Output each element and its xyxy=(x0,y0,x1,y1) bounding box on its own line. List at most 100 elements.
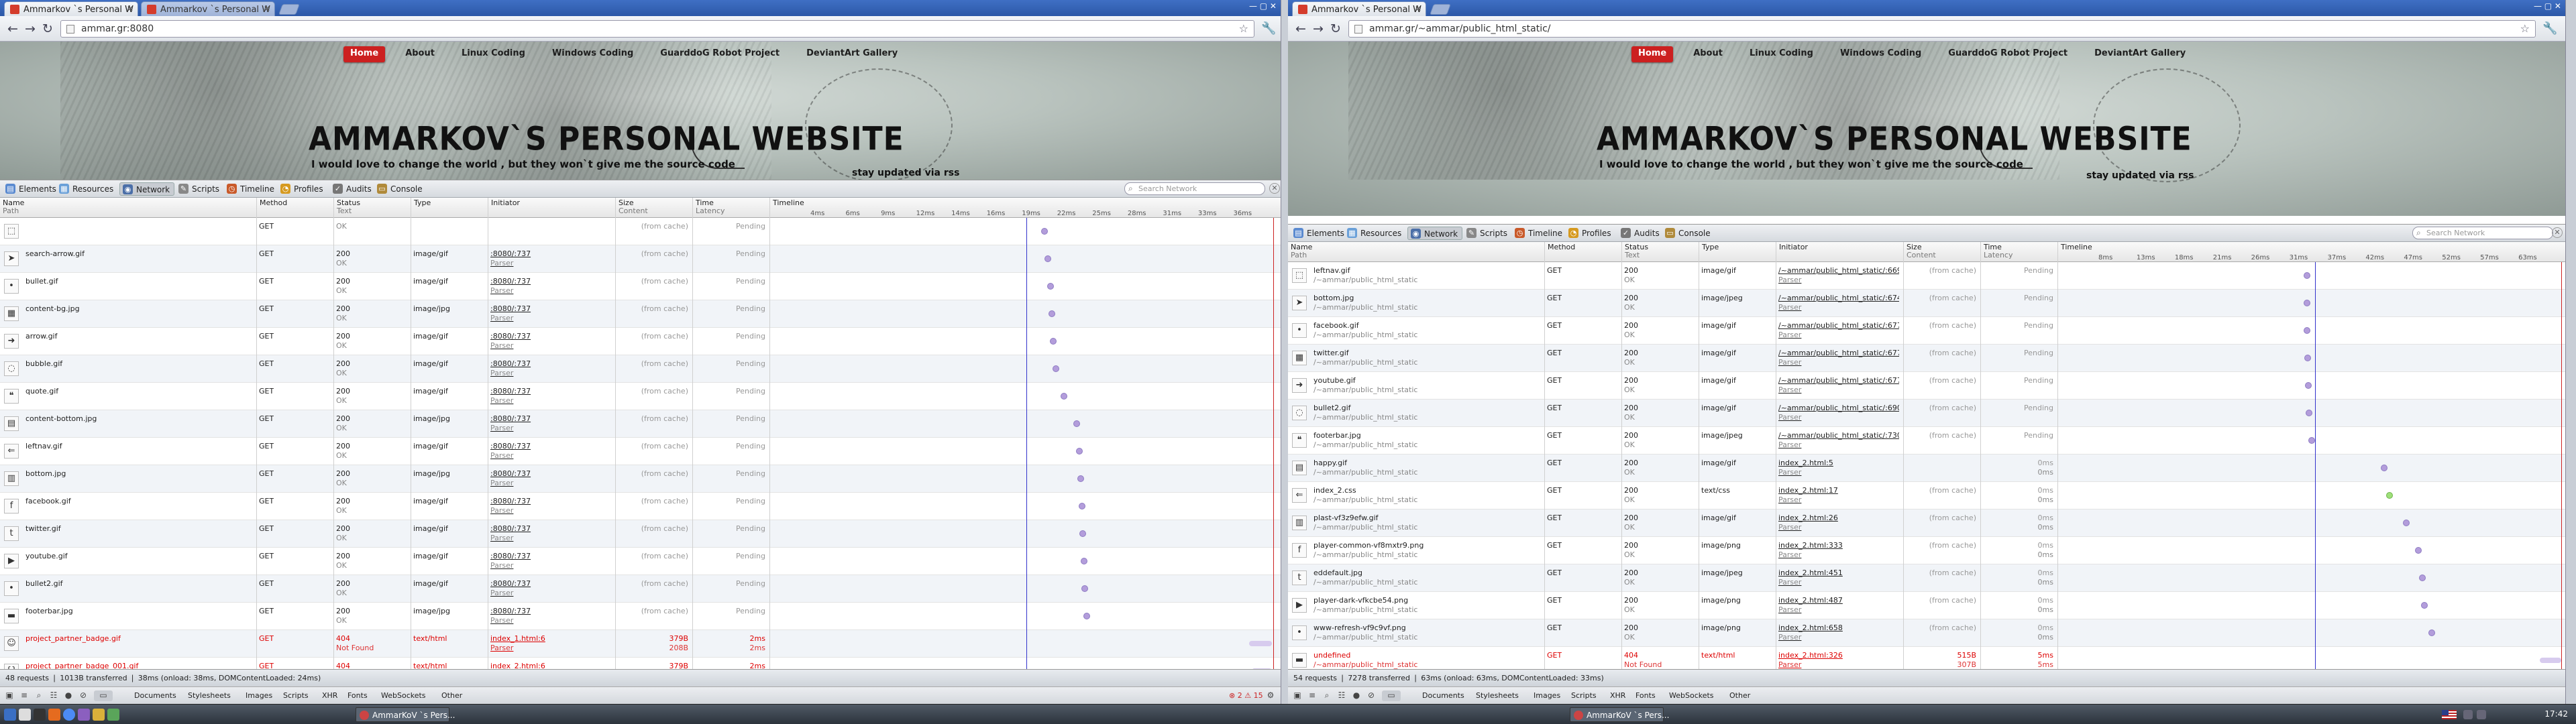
network-search-input[interactable]: ⌕ Search Network xyxy=(1124,182,1265,195)
request-name[interactable]: player-common-vf8mxtr9.png/~ammar/public… xyxy=(1313,541,1542,560)
initiator-link[interactable]: /~ammar/public_html_static/:677 xyxy=(1778,376,1899,385)
request-name[interactable]: leftnav.gif xyxy=(25,442,254,451)
request-row[interactable]: ☺ project_partner_badge.gif GET 404 Not Foun… xyxy=(0,630,1281,658)
request-initiator[interactable]: index_1.html:6 Parser xyxy=(490,634,611,653)
initiator-link[interactable]: :8080/:737 xyxy=(490,552,531,560)
column-timeline[interactable]: Timeline 4ms 6ms 9ms 12ms 14ms 16ms 19ms 22ms 25m… xyxy=(769,199,1275,217)
address-bar[interactable]: ammar.gr:8080 ☆ xyxy=(60,20,1254,38)
request-name[interactable]: youtube.gif/~ammar/public_html_static xyxy=(1313,376,1542,395)
request-name[interactable]: bullet.gif xyxy=(25,277,254,286)
request-row[interactable]: ▶ youtube.gif GET 200 OK image/gif:8080/:737 P… xyxy=(0,548,1281,575)
column-method[interactable]: Method xyxy=(1544,243,1621,261)
request-initiator[interactable]: /~ammar/public_html_static/:690 Parser xyxy=(1778,404,1899,422)
menu-about[interactable]: About xyxy=(398,46,441,62)
filter-documents[interactable]: Documents xyxy=(1422,691,1464,700)
request-row[interactable]: ➤ bottom.jpg/~ammar/public_html_static GET… xyxy=(1288,290,2565,317)
initiator-link[interactable]: index_2.html:326 xyxy=(1778,651,1843,660)
magnifier-icon[interactable]: ⌕ xyxy=(1322,690,1332,701)
request-name[interactable]: leftnav.gif/~ammar/public_html_static xyxy=(1313,266,1542,285)
column-status[interactable]: Status Text xyxy=(1621,243,1699,261)
request-row[interactable]: ⬚ leftnav.gif/~ammar/public_html_static GE… xyxy=(1288,262,2565,290)
request-row[interactable]: ❝ quote.gif GET 200 OK image/gif:8080/:737 Par… xyxy=(0,383,1281,410)
panel-profiles[interactable]: ◔ Profiles xyxy=(278,182,327,196)
close-tab-icon[interactable]: ✕ xyxy=(1415,4,1421,13)
dock-icon[interactable]: ▣ xyxy=(4,690,15,701)
request-initiator[interactable]: :8080/:737 Parser xyxy=(490,524,611,543)
request-initiator[interactable]: index_2.html:333 Parser xyxy=(1778,541,1899,560)
request-name[interactable]: footerbar.jpg/~ammar/public_html_static xyxy=(1313,431,1542,450)
request-row[interactable]: f player-common-vf8mxtr9.png/~ammar/publi… xyxy=(1288,537,2565,564)
menu-deviantart[interactable]: DeviantArt Gallery xyxy=(2088,46,2192,62)
column-time[interactable]: Time Latency xyxy=(1980,243,2057,261)
close-tab-icon[interactable]: ✕ xyxy=(127,4,133,13)
panel-timeline[interactable]: ◷ Timeline xyxy=(1512,227,1566,240)
request-name[interactable]: bubble.gif xyxy=(25,359,254,369)
column-method[interactable]: Method xyxy=(256,199,333,217)
request-name[interactable]: content-bg.jpg xyxy=(25,304,254,314)
initiator-link[interactable]: :8080/:737 xyxy=(490,332,531,341)
column-initiator[interactable]: Initiator xyxy=(1776,243,1903,261)
request-initiator[interactable]: /~ammar/public_html_static/:674 Parser xyxy=(1778,294,1899,312)
column-timeline[interactable]: Timeline 8ms 13ms 18ms 21ms 26ms 31ms 37ms 42ms 4… xyxy=(2057,243,2563,261)
network-search-input[interactable]: ⌕ Search Network xyxy=(2412,227,2553,239)
request-initiator[interactable]: :8080/:737 Parser xyxy=(490,552,611,570)
request-name[interactable]: youtube.gif xyxy=(25,552,254,561)
request-name[interactable]: quote.gif xyxy=(25,387,254,396)
filter-stylesheets[interactable]: Stylesheets xyxy=(1476,691,1519,700)
window-controls[interactable]: — ▢ ✕ xyxy=(1249,1,1277,11)
close-devtools-icon[interactable]: ✕ xyxy=(1269,183,1280,194)
initiator-link[interactable]: /~ammar/public_html_static/:677 xyxy=(1778,321,1899,330)
request-row[interactable]: ⬚ GET OK (from cache) Pending xyxy=(0,218,1281,245)
request-row[interactable]: ➜ arrow.gif GET 200 OK image/gif:8080/:737 Par… xyxy=(0,328,1281,355)
all-filter-icon[interactable]: ▭ xyxy=(1382,690,1401,701)
request-name[interactable]: happy.gif/~ammar/public_html_static xyxy=(1313,459,1542,477)
initiator-link[interactable]: /~ammar/public_html_static/:677 xyxy=(1778,349,1899,357)
request-row[interactable]: t eddefault.jpg/~ammar/public_html_static… xyxy=(1288,564,2565,592)
request-row[interactable]: • bullet.gif GET 200 OK image/gif:8080/:737 Pa… xyxy=(0,273,1281,300)
initiator-link[interactable]: index_2.html:333 xyxy=(1778,541,1843,550)
volume-icon[interactable] xyxy=(2477,710,2486,719)
request-row[interactable]: ❝ footerbar.jpg/~ammar/public_html_static… xyxy=(1288,427,2565,455)
request-initiator[interactable]: :8080/:737 Parser xyxy=(490,304,611,323)
initiator-link[interactable]: :8080/:737 xyxy=(490,304,531,313)
forward-arrow-icon[interactable]: → xyxy=(1311,21,1326,36)
request-initiator[interactable]: index_2.html:487 Parser xyxy=(1778,596,1899,615)
address-bar[interactable]: ammar.gr/~ammar/public_html_static/ ☆ xyxy=(1348,20,2536,38)
request-initiator[interactable]: :8080/:737 Parser xyxy=(490,359,611,378)
firefox-icon[interactable] xyxy=(48,709,60,721)
request-name[interactable]: bottom.jpg xyxy=(25,469,254,479)
request-row[interactable]: ▦ twitter.gif/~ammar/public_html_static GE… xyxy=(1288,345,2565,372)
console-toggle-icon[interactable]: ≡ xyxy=(19,690,30,701)
initiator-link[interactable]: /~ammar/public_html_static/:669 xyxy=(1778,266,1899,275)
request-name[interactable]: arrow.gif xyxy=(25,332,254,341)
initiator-link[interactable]: index_2.html:658 xyxy=(1778,623,1843,632)
panel-profiles[interactable]: ◔ Profiles xyxy=(1566,227,1615,240)
panel-resources[interactable]: ▦ Resources xyxy=(56,182,117,196)
clear-icon[interactable]: ⊘ xyxy=(1366,690,1377,701)
rss-link[interactable]: stay updated via rss xyxy=(852,168,959,178)
bookmark-star-icon[interactable]: ☆ xyxy=(1239,22,1248,35)
new-tab-button[interactable] xyxy=(1430,4,1451,15)
filter-websockets[interactable]: WebSockets xyxy=(381,691,426,700)
request-initiator[interactable]: /~ammar/public_html_static/:677 Parser xyxy=(1778,376,1899,395)
menu-guarddog-robot[interactable]: GuarddoG Robot Project xyxy=(653,46,786,62)
request-row[interactable]: ◌ bullet2.gif/~ammar/public_html_static GE… xyxy=(1288,400,2565,427)
filter-xhr[interactable]: XHR xyxy=(1610,691,1625,700)
start-menu-icon[interactable] xyxy=(4,709,16,721)
column-name[interactable]: Name Path xyxy=(0,199,256,217)
filter-fonts[interactable]: Fonts xyxy=(1635,691,1656,700)
request-initiator[interactable]: index_2.html:658 Parser xyxy=(1778,623,1899,642)
request-initiator[interactable]: :8080/:737 Parser xyxy=(490,607,611,625)
column-type[interactable]: Type xyxy=(411,199,488,217)
initiator-link[interactable]: :8080/:737 xyxy=(490,277,531,286)
back-arrow-icon[interactable]: ← xyxy=(5,21,20,36)
request-initiator[interactable]: /~ammar/public_html_static/:677 Parser xyxy=(1778,349,1899,367)
filter-scripts[interactable]: Scripts xyxy=(1571,691,1597,700)
menu-linux-coding[interactable]: Linux Coding xyxy=(1743,46,1820,62)
request-row[interactable]: ⇐ leftnav.gif GET 200 OK image/gif:8080/:737 P… xyxy=(0,438,1281,465)
column-type[interactable]: Type xyxy=(1699,243,1776,261)
request-name[interactable]: index_2.css/~ammar/public_html_static xyxy=(1313,486,1542,505)
initiator-link[interactable]: :8080/:737 xyxy=(490,359,531,368)
request-name[interactable]: project_partner_badge.gif xyxy=(25,634,254,644)
initiator-link[interactable]: index_2.html:5 xyxy=(1778,459,1833,467)
